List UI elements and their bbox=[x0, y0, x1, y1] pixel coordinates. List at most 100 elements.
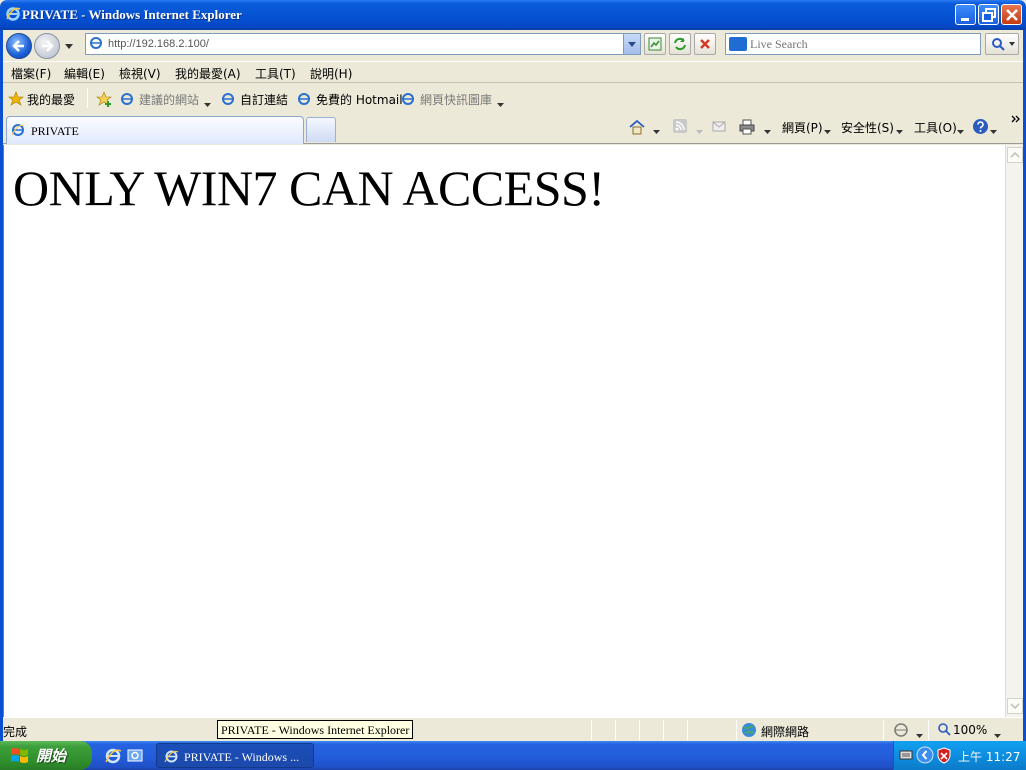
page-menu-dropdown-icon[interactable] bbox=[824, 124, 831, 138]
status-divider bbox=[883, 720, 884, 740]
status-text: 完成 bbox=[3, 725, 28, 739]
search-box[interactable] bbox=[725, 33, 981, 55]
internet-zone-globe-icon bbox=[741, 722, 757, 741]
new-tab-button[interactable] bbox=[306, 117, 336, 142]
web-slice-gallery-dropdown-icon[interactable] bbox=[497, 97, 504, 111]
page-viewport[interactable]: ONLY WIN7 CAN ACCESS! bbox=[3, 145, 1005, 717]
security-alert-shield-icon[interactable] bbox=[936, 747, 952, 767]
scroll-up-arrow-icon[interactable] bbox=[1007, 147, 1023, 163]
suggested-sites-dropdown-icon[interactable] bbox=[204, 97, 211, 111]
feeds-dropdown-icon[interactable] bbox=[696, 124, 703, 138]
window-title: PRIVATE - Windows Internet Explorer bbox=[22, 7, 242, 22]
menu-bar: 檔案(F) 編輯(E) 檢視(V) 我的最愛(A) 工具(T) 說明(H) bbox=[3, 61, 1023, 83]
menu-view[interactable]: 檢視(V) bbox=[119, 65, 161, 82]
taskbar: 開始 PRIVATE - Windows ... 上午 11:27 bbox=[0, 741, 1026, 770]
protected-mode-dropdown-icon[interactable] bbox=[916, 728, 923, 742]
refresh-button[interactable] bbox=[669, 33, 691, 55]
status-divider bbox=[736, 720, 737, 740]
status-divider bbox=[615, 720, 616, 740]
menu-favorites[interactable]: 我的最愛(A) bbox=[175, 65, 241, 82]
protected-mode-icon[interactable] bbox=[892, 722, 910, 741]
web-slice-gallery-icon bbox=[401, 92, 415, 109]
keyboard-icon[interactable] bbox=[899, 749, 913, 764]
start-label: 開始 bbox=[36, 747, 67, 765]
address-bar[interactable]: http://192.168.2.100/ bbox=[85, 33, 641, 55]
zoom-icon[interactable] bbox=[937, 722, 951, 739]
status-divider bbox=[591, 720, 592, 740]
quicklaunch-ie-icon[interactable] bbox=[104, 747, 122, 768]
hotmail-icon bbox=[297, 92, 311, 109]
page-icon bbox=[89, 36, 103, 53]
custom-links-icon bbox=[221, 92, 235, 109]
feeds-icon[interactable] bbox=[672, 118, 688, 137]
tab-title: PRIVATE bbox=[31, 124, 79, 138]
chevron-more-icon[interactable] bbox=[1011, 113, 1021, 127]
print-dropdown-icon[interactable] bbox=[764, 124, 771, 138]
favorites-star-icon bbox=[8, 91, 24, 110]
ie-logo-icon bbox=[5, 6, 21, 25]
page-headline: ONLY WIN7 CAN ACCESS! bbox=[13, 160, 605, 216]
safety-menu[interactable]: 安全性(S) bbox=[841, 119, 894, 136]
taskbar-ie-icon bbox=[164, 749, 179, 767]
page-menu[interactable]: 網頁(P) bbox=[782, 119, 823, 136]
windows-flag-icon bbox=[10, 746, 30, 767]
system-tray: 上午 11:27 bbox=[893, 741, 1026, 770]
minimize-button[interactable] bbox=[955, 4, 976, 25]
add-favorites-icon[interactable] bbox=[95, 90, 113, 111]
status-divider bbox=[639, 720, 640, 740]
back-button[interactable] bbox=[6, 33, 32, 59]
title-bar[interactable]: PRIVATE - Windows Internet Explorer bbox=[0, 0, 1026, 30]
favorites-bar: 我的最愛 建議的網站 自訂連結 免費的 Hotmail 網頁快訊圖庫 bbox=[3, 84, 1023, 112]
mail-icon[interactable] bbox=[711, 118, 727, 137]
help-dropdown-icon[interactable] bbox=[990, 124, 997, 138]
address-dropdown-button[interactable] bbox=[623, 34, 640, 54]
favorite-link-custom-links[interactable]: 自訂連結 bbox=[240, 91, 288, 108]
home-icon[interactable] bbox=[628, 118, 646, 139]
safety-menu-dropdown-icon[interactable] bbox=[896, 124, 903, 138]
live-search-provider-icon bbox=[729, 37, 747, 51]
favorites-button[interactable]: 我的最愛 bbox=[27, 91, 75, 108]
navigation-bar: http://192.168.2.100/ bbox=[3, 30, 1023, 60]
tray-expand-chevron-icon[interactable] bbox=[916, 746, 934, 767]
restore-button[interactable] bbox=[978, 4, 999, 25]
compatibility-view-button[interactable] bbox=[644, 33, 666, 55]
search-button[interactable] bbox=[985, 33, 1019, 55]
home-dropdown-icon[interactable] bbox=[653, 124, 660, 138]
address-url[interactable]: http://192.168.2.100/ bbox=[108, 38, 209, 50]
favorite-link-hotmail[interactable]: 免費的 Hotmail bbox=[316, 91, 403, 108]
tray-clock[interactable]: 上午 11:27 bbox=[958, 748, 1020, 765]
menu-help[interactable]: 說明(H) bbox=[310, 65, 352, 82]
suggested-sites-icon bbox=[120, 92, 134, 109]
favorites-separator bbox=[87, 88, 88, 108]
taskbar-ie-window-button[interactable]: PRIVATE - Windows ... bbox=[156, 743, 314, 768]
search-input[interactable] bbox=[750, 36, 978, 52]
quicklaunch-show-desktop-icon[interactable] bbox=[126, 747, 144, 768]
start-button[interactable]: 開始 bbox=[0, 741, 92, 770]
close-window-button[interactable] bbox=[1001, 4, 1022, 25]
print-icon[interactable] bbox=[738, 118, 756, 139]
security-zone-label[interactable]: 網際網路 bbox=[761, 723, 809, 740]
tools-menu-dropdown-icon[interactable] bbox=[957, 124, 964, 138]
tab-page-icon bbox=[11, 123, 25, 140]
favorite-link-suggested-sites[interactable]: 建議的網站 bbox=[139, 91, 199, 108]
tab-private[interactable]: PRIVATE bbox=[6, 116, 304, 144]
taskbar-tooltip: PRIVATE - Windows Internet Explorer bbox=[217, 720, 414, 739]
tools-menu[interactable]: 工具(O) bbox=[914, 119, 957, 136]
menu-edit[interactable]: 編輯(E) bbox=[64, 65, 105, 82]
status-divider bbox=[663, 720, 664, 740]
menu-file[interactable]: 檔案(F) bbox=[11, 65, 51, 82]
zoom-level[interactable]: 100% bbox=[953, 723, 987, 737]
zoom-dropdown-icon[interactable] bbox=[994, 728, 1001, 742]
vertical-scrollbar[interactable] bbox=[1005, 145, 1023, 717]
taskbar-ie-window-label: PRIVATE - Windows ... bbox=[184, 750, 300, 764]
status-bar: 完成 網際網路 100% bbox=[3, 717, 1023, 741]
history-dropdown-icon[interactable] bbox=[64, 40, 74, 54]
help-icon[interactable] bbox=[972, 118, 989, 138]
status-divider bbox=[928, 720, 929, 740]
status-divider bbox=[687, 720, 688, 740]
menu-tools[interactable]: 工具(T) bbox=[255, 65, 296, 82]
forward-button[interactable] bbox=[34, 33, 60, 59]
stop-button[interactable] bbox=[694, 33, 716, 55]
favorite-link-web-slice-gallery[interactable]: 網頁快訊圖庫 bbox=[420, 91, 492, 108]
scroll-down-arrow-icon[interactable] bbox=[1007, 698, 1023, 714]
